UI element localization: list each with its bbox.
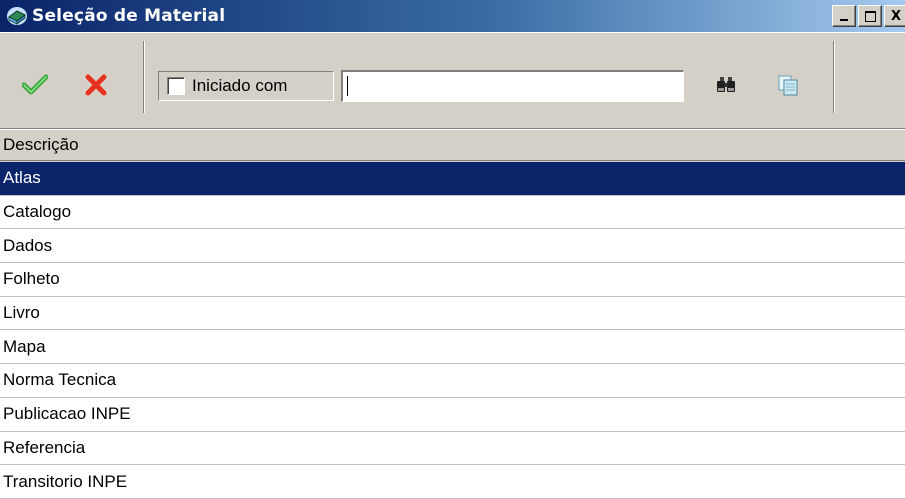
search-input[interactable] — [341, 70, 684, 102]
list-item[interactable]: Atlas — [0, 162, 905, 196]
list-item[interactable]: Mapa — [0, 330, 905, 365]
starts-with-option[interactable]: Iniciado com — [158, 71, 334, 101]
list-item-label: Livro — [3, 303, 40, 323]
list-item[interactable]: Referencia — [0, 432, 905, 466]
list-item-label: Catalogo — [3, 202, 72, 222]
close-button[interactable]: X — [884, 5, 905, 27]
list-item[interactable]: Dados — [0, 229, 905, 264]
toolbar-separator-end — [833, 41, 835, 113]
list-item-label: Norma Tecnica — [3, 370, 117, 390]
starts-with-label: Iniciado com — [192, 76, 288, 95]
confirm-button[interactable] — [19, 69, 51, 101]
list-item-label: Atlas — [3, 168, 41, 188]
column-header-descricao[interactable]: Descrição — [0, 129, 905, 161]
close-icon: X — [890, 8, 902, 24]
list-item[interactable]: Publicacao INPE — [0, 398, 905, 432]
column-header-label: Descrição — [3, 135, 79, 154]
minimize-icon — [840, 19, 848, 21]
title-bar: Seleção de Material X — [0, 0, 905, 32]
list-item[interactable]: Folheto — [0, 263, 905, 297]
copy-button[interactable] — [772, 69, 804, 101]
list-item-label: Folheto — [3, 269, 60, 289]
maximize-button[interactable] — [858, 5, 882, 27]
toolbar-separator — [143, 41, 145, 113]
maximize-icon — [864, 10, 876, 22]
copy-pages-icon — [778, 75, 798, 96]
minimize-button[interactable] — [832, 5, 856, 27]
app-book-icon — [7, 7, 27, 25]
find-button[interactable] — [710, 69, 742, 101]
list-item[interactable]: Catalogo — [0, 196, 905, 230]
list-item-label: Transitorio INPE — [3, 471, 128, 491]
text-caret — [347, 76, 348, 96]
check-icon — [22, 74, 48, 95]
list-item[interactable]: Transitorio INPE — [0, 465, 905, 499]
x-icon — [85, 74, 107, 96]
material-list[interactable]: Atlas Catalogo Dados Folheto Livro Mapa Norma … — [0, 162, 905, 499]
list-item-label: Dados — [3, 235, 53, 255]
binoculars-icon — [717, 77, 735, 92]
list-item-label: Mapa — [3, 336, 46, 356]
window-controls: X — [832, 5, 905, 27]
toolbar: Iniciado com — [0, 32, 905, 121]
list-item[interactable]: Norma Tecnica — [0, 364, 905, 398]
cancel-button[interactable] — [80, 69, 112, 101]
list-item-label: Referencia — [3, 437, 86, 457]
starts-with-checkbox[interactable] — [167, 77, 185, 95]
list-item-label: Publicacao INPE — [3, 404, 131, 424]
window-title: Seleção de Material — [32, 6, 226, 26]
list-item[interactable]: Livro — [0, 297, 905, 331]
